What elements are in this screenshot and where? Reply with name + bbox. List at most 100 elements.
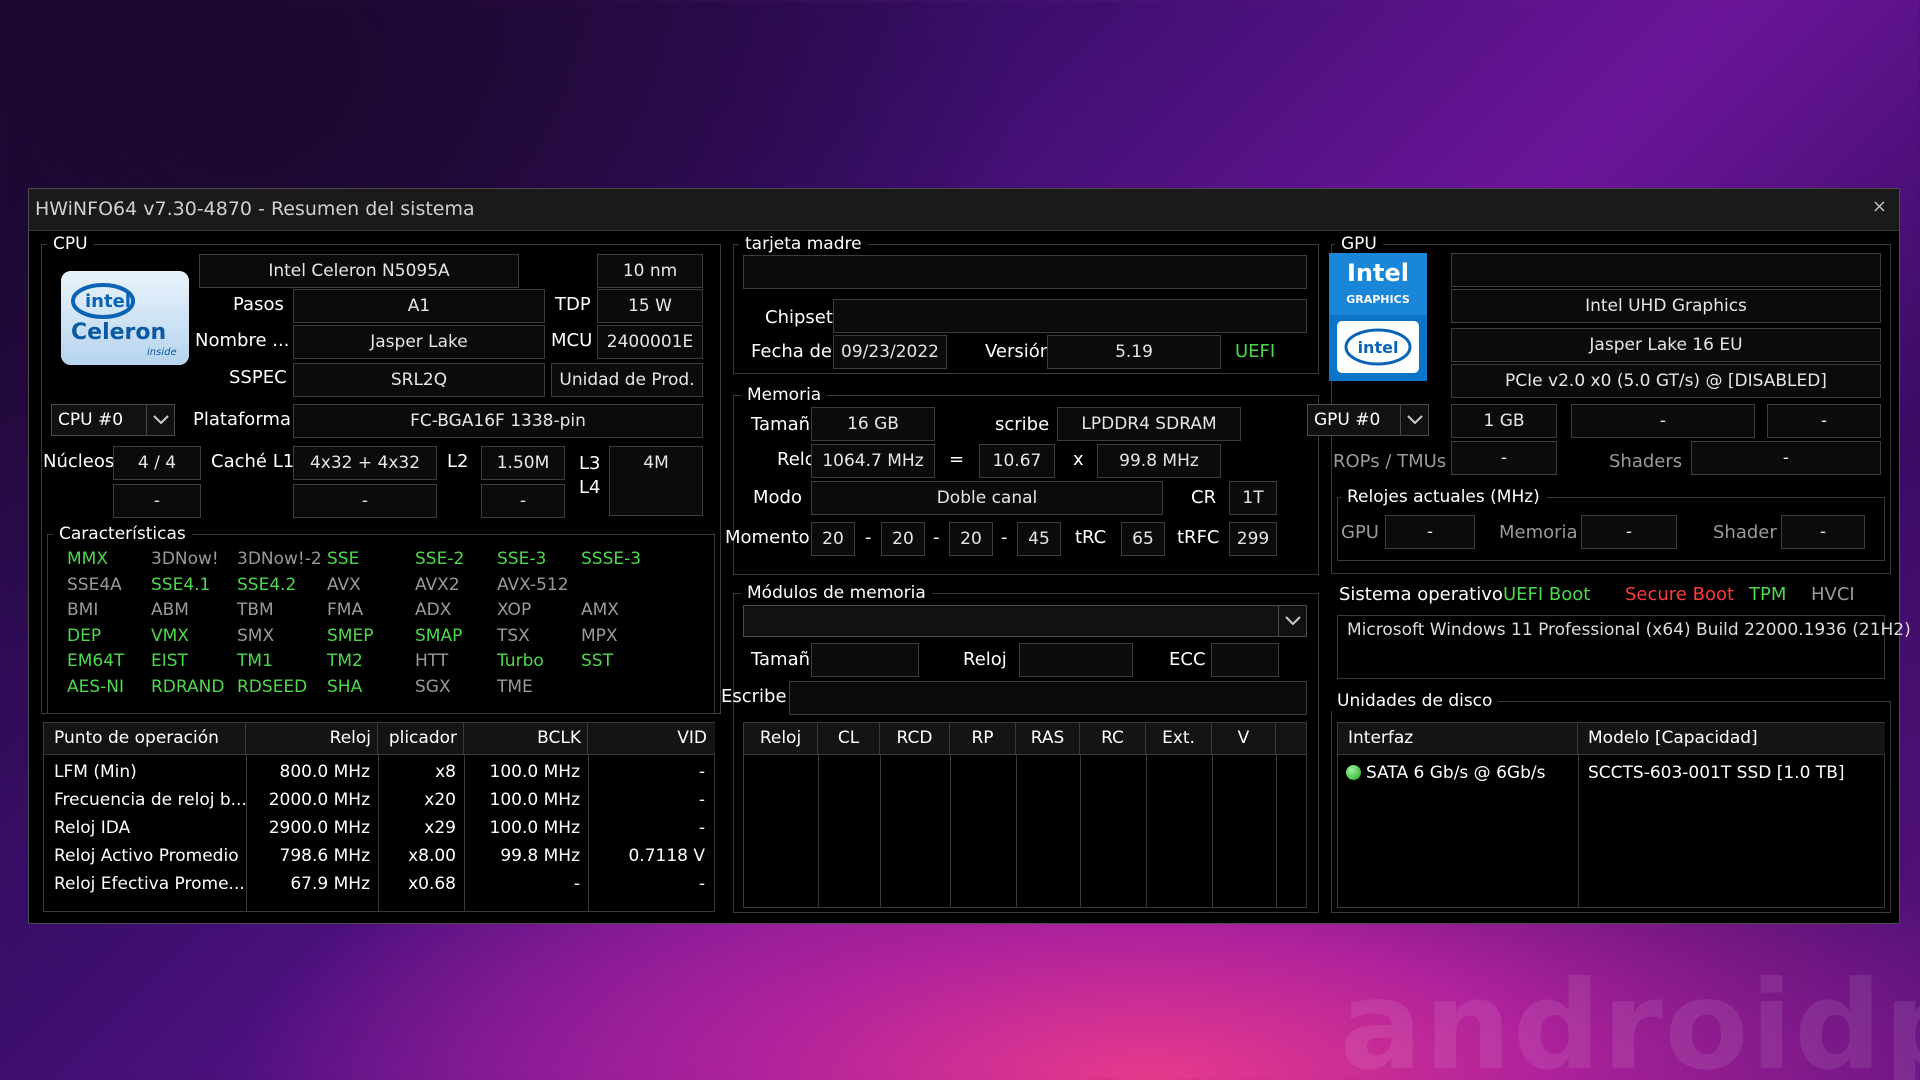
timing-sep-3: - bbox=[1001, 527, 1008, 548]
module-type-label: Escribe bbox=[721, 686, 787, 707]
cpu-selector[interactable]: CPU #0 bbox=[51, 404, 175, 436]
motherboard-title: tarjeta madre bbox=[739, 234, 868, 254]
cpu-name: Intel Celeron N5095A bbox=[199, 254, 519, 288]
chevron-down-icon[interactable] bbox=[1278, 606, 1306, 636]
feature-sse: SSE bbox=[327, 549, 360, 569]
op-cell: 2000.0 MHz bbox=[268, 790, 370, 810]
mem-timing-label: Momento bbox=[725, 527, 810, 548]
feature-fma: FMA bbox=[327, 600, 364, 620]
feature-avx-512: AVX-512 bbox=[497, 574, 569, 595]
timing-rcd: 20 bbox=[881, 522, 925, 556]
op-cell: 67.9 MHz bbox=[290, 874, 370, 894]
op-cell: - bbox=[698, 762, 705, 782]
module-header-rcd[interactable]: RCD bbox=[880, 723, 950, 755]
module-header-ras[interactable]: RAS bbox=[1016, 723, 1080, 755]
feature-vmx: VMX bbox=[151, 625, 189, 646]
feature-dep: DEP bbox=[67, 625, 102, 646]
sspec-value: SRL2Q bbox=[293, 363, 545, 397]
features-title: Características bbox=[53, 524, 192, 544]
hwinfo-window: HWiNFO64 v7.30-4870 - Resumen del sistem… bbox=[28, 188, 1911, 924]
gpu-shader-clock-value: - bbox=[1781, 515, 1865, 549]
window-title: HWiNFO64 v7.30-4870 - Resumen del sistem… bbox=[35, 198, 475, 220]
module-clock-value bbox=[1019, 643, 1133, 677]
op-header-multiplicador[interactable]: plicador bbox=[378, 723, 464, 755]
feature-sst: SST bbox=[581, 651, 613, 671]
l3-value: 4M bbox=[609, 446, 703, 516]
svg-text:GRAPHICS: GRAPHICS bbox=[1346, 293, 1410, 306]
feature-amx: AMX bbox=[581, 600, 619, 620]
close-icon[interactable]: × bbox=[1872, 196, 1887, 217]
gpu-vram-type: - bbox=[1571, 404, 1755, 438]
operating-points-table: Punto de operación Reloj plicador BCLK V… bbox=[43, 722, 715, 912]
disk-interface: SATA 6 Gb/s @ 6Gb/s bbox=[1366, 763, 1546, 783]
op-header-bclk[interactable]: BCLK bbox=[464, 723, 588, 755]
op-header-punto[interactable]: Punto de operación bbox=[44, 723, 246, 755]
nucleos-extra: - bbox=[113, 484, 201, 518]
plataforma-label: Plataforma bbox=[193, 409, 291, 430]
gpu-mem-clock-label: Memoria bbox=[1499, 522, 1578, 543]
pasos-value: A1 bbox=[293, 289, 545, 323]
op-header-vid[interactable]: VID bbox=[588, 723, 715, 755]
gpu-selector[interactable]: GPU #0 bbox=[1307, 404, 1429, 436]
module-ecc-label: ECC bbox=[1169, 649, 1206, 670]
feature-eist: EIST bbox=[151, 651, 188, 671]
module-header-reloj[interactable]: Reloj bbox=[744, 723, 818, 755]
nucleos-value: 4 / 4 bbox=[113, 446, 201, 480]
gpu-codename: Jasper Lake 16 EU bbox=[1451, 328, 1881, 362]
op-cell: - bbox=[573, 874, 580, 894]
module-header-v[interactable]: V bbox=[1212, 723, 1276, 755]
l2-extra: - bbox=[481, 484, 565, 518]
disk-model: SCCTS-603-001T SSD [1.0 TB] bbox=[1588, 763, 1845, 783]
title-bar[interactable]: HWiNFO64 v7.30-4870 - Resumen del sistem… bbox=[29, 189, 1899, 231]
svg-text:intel: intel bbox=[85, 291, 131, 312]
disks-title: Unidades de disco bbox=[1331, 691, 1499, 711]
disk-status-icon bbox=[1346, 765, 1361, 780]
mem-mult-value: 10.67 bbox=[979, 444, 1055, 478]
module-header-cl[interactable]: CL bbox=[818, 723, 880, 755]
svg-text:intel: intel bbox=[1358, 338, 1399, 357]
memory-title: Memoria bbox=[741, 385, 828, 405]
mem-clock-value: 1064.7 MHz bbox=[811, 444, 935, 478]
module-header-ext[interactable]: Ext. bbox=[1146, 723, 1212, 755]
feature-sgx: SGX bbox=[415, 676, 451, 697]
mem-type-label: scribe bbox=[995, 414, 1050, 435]
feature-3dnow-: 3DNow! bbox=[151, 549, 219, 569]
feature-xop: XOP bbox=[497, 600, 532, 620]
chevron-down-icon[interactable] bbox=[146, 405, 174, 435]
module-header-rp[interactable]: RP bbox=[950, 723, 1016, 755]
tpm-label: TPM bbox=[1749, 584, 1787, 605]
op-cell: x8 bbox=[435, 762, 456, 782]
l4-label: L4 bbox=[579, 477, 601, 498]
module-type-value bbox=[789, 681, 1307, 715]
gpu-shader-clock-label: Shader bbox=[1713, 522, 1777, 543]
op-cell: 100.0 MHz bbox=[489, 818, 580, 838]
timing-ras: 45 bbox=[1017, 522, 1061, 556]
l3-label: L3 bbox=[579, 453, 601, 474]
os-label: Sistema operativo bbox=[1339, 584, 1503, 605]
module-size-value bbox=[811, 643, 919, 677]
l2-value: 1.50M bbox=[481, 446, 565, 480]
pasos-label: Pasos bbox=[233, 294, 284, 315]
module-header-rc[interactable]: RC bbox=[1080, 723, 1146, 755]
feature-smep: SMEP bbox=[327, 625, 374, 646]
chevron-down-icon[interactable] bbox=[1400, 405, 1428, 435]
bios-version: 5.19 bbox=[1047, 335, 1221, 369]
disk-header-interfaz[interactable]: Interfaz bbox=[1338, 723, 1578, 755]
shaders-label: Shaders bbox=[1609, 451, 1683, 472]
feature-mpx: MPX bbox=[581, 625, 618, 646]
cpu-group-title: CPU bbox=[47, 234, 94, 254]
svg-text:Celeron: Celeron bbox=[71, 320, 166, 345]
feature-aes-ni: AES-NI bbox=[67, 676, 125, 697]
mem-type-value: LPDDR4 SDRAM bbox=[1057, 407, 1241, 441]
op-cell: Reloj IDA bbox=[54, 818, 131, 838]
disk-header-modelo[interactable]: Modelo [Capacidad] bbox=[1578, 723, 1885, 755]
mem-size-value: 16 GB bbox=[811, 407, 935, 441]
mcu-label: MCU bbox=[551, 330, 593, 351]
gpu-clocks-title: Relojes actuales (MHz) bbox=[1341, 487, 1546, 507]
nombre-value: Jasper Lake bbox=[293, 325, 545, 359]
module-selector[interactable] bbox=[743, 605, 1307, 637]
feature-sse4-1: SSE4.1 bbox=[151, 574, 211, 595]
op-header-reloj[interactable]: Reloj bbox=[246, 723, 378, 755]
op-cell: x8.00 bbox=[408, 846, 456, 866]
module-timings-table: Reloj CL RCD RP RAS RC Ext. V bbox=[743, 722, 1307, 908]
